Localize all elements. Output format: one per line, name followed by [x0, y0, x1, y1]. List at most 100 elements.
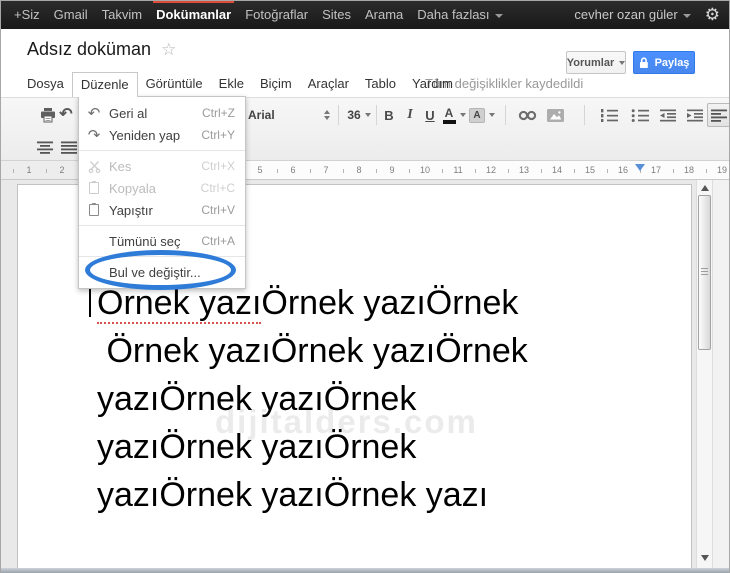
window-bottom-edge [0, 568, 730, 573]
print-button[interactable] [38, 104, 58, 126]
scissors-icon [79, 160, 109, 173]
lock-icon [639, 56, 648, 68]
ruler-tick [375, 169, 377, 173]
text-line-2: Örnek yazıÖrnek yazıÖrnek [97, 332, 528, 370]
topbar-item-gmail[interactable]: Gmail [54, 0, 88, 29]
menu-item-kes[interactable]: Kes Ctrl+X [79, 155, 245, 177]
font-family-value: Arial [248, 108, 275, 122]
google-topbar: +Siz Gmail Takvim Dokümanlar Fotoğraflar Site… [0, 0, 730, 29]
topbar-item-siz[interactable]: +Siz [14, 0, 40, 29]
bold-button[interactable]: B [380, 104, 398, 126]
toolbar-separator [338, 105, 339, 125]
undo-button[interactable]: ↶ [57, 104, 75, 126]
menu-g-r-nt-le[interactable]: Görüntüle [138, 72, 211, 97]
ruler-number: 9 [389, 165, 395, 175]
ruler-number: 1 [26, 165, 32, 175]
menu-item-shortcut: Ctrl+X [201, 159, 235, 173]
ruler-number: 12 [485, 165, 497, 175]
ruler-number: 11 [453, 165, 463, 175]
undo-icon: ↶ [87, 105, 101, 122]
menu-item-label: Yapıştır [109, 202, 153, 218]
insert-image-button[interactable] [545, 104, 565, 126]
menu-item-shortcut: Ctrl+Y [201, 128, 235, 142]
ruler-number: 13 [518, 165, 530, 175]
menu-dosya[interactable]: Dosya [19, 72, 72, 97]
ruler-number: 10 [419, 165, 431, 175]
vertical-scrollbar[interactable] [696, 180, 713, 568]
indent-marker-icon[interactable] [635, 164, 645, 171]
topbar-item-daha-fazlas[interactable]: Daha fazlası [417, 0, 503, 29]
increase-indent-button[interactable] [684, 104, 706, 126]
menu-item-yeniden-yap[interactable]: ↷ Yeniden yap Ctrl+Y [79, 124, 245, 146]
menu-d-zenle[interactable]: Düzenle [71, 72, 138, 97]
scroll-down-icon[interactable] [701, 555, 709, 561]
undo-icon: ↶ [59, 106, 73, 123]
ruler-number: 6 [290, 165, 296, 175]
document-title[interactable]: Adsız doküman ☆ [27, 39, 176, 60]
star-icon[interactable]: ☆ [161, 40, 176, 59]
menu-ekle[interactable]: Ekle [211, 72, 252, 97]
topbar-item-takvim[interactable]: Takvim [102, 0, 142, 29]
highlight-color-button[interactable]: A [468, 104, 496, 126]
scrollbar-thumb[interactable] [698, 195, 711, 350]
document-text[interactable]: Örnek yazıÖrnek yazıÖrnek Örnek yazıÖrne… [97, 279, 528, 519]
topbar-item-dok-manlar[interactable]: Dokümanlar [153, 0, 235, 29]
menu-item-label: Kes [109, 158, 132, 174]
gear-icon[interactable]: ⚙ [705, 0, 720, 29]
text-line-5: yazıÖrnek yazıÖrnek yazı [97, 476, 489, 514]
ruler-number: 17 [650, 165, 662, 175]
toolbar-separator [376, 105, 377, 125]
scroll-up-icon[interactable] [701, 185, 709, 191]
scrollbar-grip-icon [701, 268, 708, 276]
user-name: cevher ozan güler [574, 7, 678, 22]
font-size-select[interactable]: 36 [344, 104, 374, 126]
align-left-button[interactable] [707, 103, 730, 127]
text-color-button[interactable]: A [441, 104, 467, 126]
print-icon [41, 107, 55, 122]
underline-button[interactable]: U [421, 104, 439, 126]
bulleted-list-button[interactable] [629, 104, 651, 126]
align-center-button[interactable] [34, 136, 56, 158]
menu-item-bul-ve-de-i-tir[interactable]: Bul ve değiştir... [79, 261, 245, 283]
menu-item-shortcut: Ctrl+A [201, 234, 235, 248]
account-menu[interactable]: cevher ozan güler [574, 7, 691, 22]
italic-button[interactable]: I [402, 104, 418, 126]
bold-icon: B [384, 107, 394, 123]
ruler-tick [309, 169, 311, 173]
topbar-item-sites[interactable]: Sites [322, 0, 351, 29]
comments-button[interactable]: Yorumlar [566, 51, 626, 74]
menu-item-t-m-n-se[interactable]: Tümünü seç Ctrl+A [79, 230, 245, 252]
clipboard-icon [79, 181, 109, 194]
menu-yard-m[interactable]: Yardım [404, 72, 461, 97]
font-family-select[interactable]: Arial [248, 104, 334, 126]
topbar-item-arama[interactable]: Arama [365, 0, 403, 29]
menu-tablo[interactable]: Tablo [357, 72, 404, 97]
insert-link-button[interactable] [516, 104, 540, 126]
italic-icon: I [407, 107, 413, 122]
menu-item-yap-t-r[interactable]: Yapıştır Ctrl+V [79, 199, 245, 221]
topbar-item-foto-raflar[interactable]: Fotoğraflar [245, 0, 308, 29]
menu-item-geri-al[interactable]: ↶ Geri al Ctrl+Z [79, 102, 245, 124]
menu-item-kopyala[interactable]: Kopyala Ctrl+C [79, 177, 245, 199]
align-justify-icon [61, 141, 77, 154]
edit-menu-dropdown: ↶ Geri al Ctrl+Z ↷ Yeniden yap Ctrl+Y Kes Ctrl+… [78, 96, 246, 289]
text-color-icon: A [442, 107, 456, 124]
text-line-3: yazıÖrnek yazıÖrnek [97, 380, 417, 418]
menu-bi-im[interactable]: Biçim [252, 72, 300, 97]
numbered-list-button[interactable] [598, 104, 620, 126]
chevron-down-icon [494, 13, 503, 18]
share-button[interactable]: Paylaş [633, 51, 695, 74]
document-header: Adsız doküman ☆ Yorumlar Paylaş Dosya Düze… [0, 29, 730, 97]
share-label: Paylaş [654, 56, 690, 69]
menu-ara-lar[interactable]: Araçlar [300, 72, 357, 97]
ruler-number: 8 [356, 165, 362, 175]
image-icon [546, 108, 564, 122]
align-left-icon [711, 109, 727, 122]
align-justify-button[interactable] [58, 136, 80, 158]
chevron-down-icon [489, 113, 495, 117]
ruler-tick [45, 169, 47, 173]
topbar-right: cevher ozan güler ⚙ [574, 0, 720, 29]
decrease-indent-button[interactable] [657, 104, 679, 126]
menu-item-label: Bul ve değiştir... [109, 264, 201, 280]
document-title-text: Adsız doküman [27, 39, 152, 59]
